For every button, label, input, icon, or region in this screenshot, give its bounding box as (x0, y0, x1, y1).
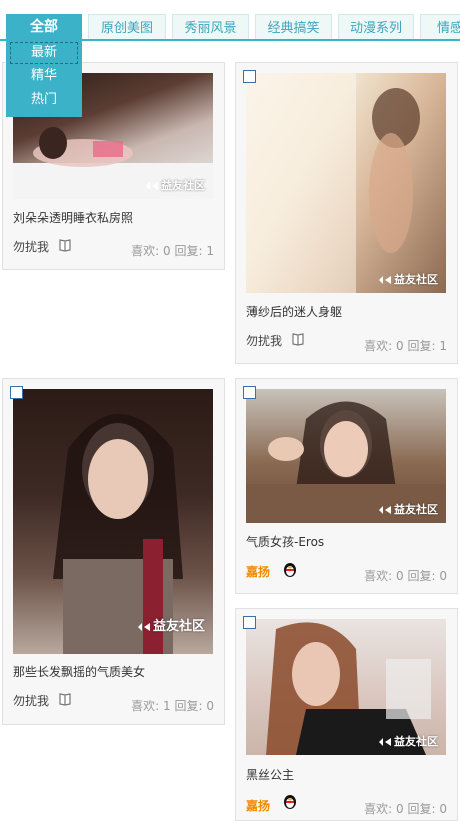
select-checkbox[interactable] (243, 386, 256, 399)
sort-option-hot[interactable]: 热门 (6, 88, 82, 112)
post-title[interactable]: 那些长发飘摇的气质美女 (13, 663, 145, 680)
select-checkbox[interactable] (243, 616, 256, 629)
post-stats: 喜欢: 0 回复: 1 (364, 339, 447, 353)
post-title[interactable]: 气质女孩-Eros (246, 533, 324, 550)
penguin-icon (284, 795, 296, 809)
sort-option-featured[interactable]: 精华 (6, 64, 82, 88)
post-thumbnail[interactable]: 益友社区 (246, 73, 446, 293)
post-author[interactable]: 勿扰我 (246, 332, 282, 349)
post-title[interactable]: 刘朵朵透明睡衣私房照 (13, 209, 133, 226)
penguin-icon (284, 563, 296, 577)
post-card[interactable]: 益友社区 气质女孩-Eros 嘉扬 喜欢: 0 回复: 0 (235, 378, 458, 594)
post-card[interactable]: 益友社区 黑丝公主 嘉扬 喜欢: 0 回复: 0 (235, 608, 458, 821)
post-thumbnail[interactable]: 益友社区 (246, 619, 446, 755)
select-checkbox[interactable] (10, 386, 23, 399)
book-icon (59, 239, 71, 252)
select-checkbox[interactable] (243, 70, 256, 83)
tab-anime[interactable]: 动漫系列 (338, 14, 414, 41)
post-stats: 喜欢: 0 回复: 0 (364, 802, 447, 816)
post-author[interactable]: 勿扰我 (13, 692, 49, 709)
watermark: 益友社区 (378, 271, 438, 287)
sort-option-latest[interactable]: 最新 (10, 42, 78, 64)
post-title[interactable]: 薄纱后的迷人身躯 (246, 303, 342, 320)
post-author[interactable]: 嘉扬 (246, 797, 270, 814)
book-icon (59, 693, 71, 706)
post-author[interactable]: 勿扰我 (13, 238, 49, 255)
post-stats: 喜欢: 0 回复: 1 (131, 244, 214, 258)
post-thumbnail[interactable]: 益友社区 (246, 389, 446, 523)
book-icon (292, 333, 304, 346)
post-card[interactable]: 益友社区 那些长发飘摇的气质美女 勿扰我 喜欢: 1 回复: 0 (2, 378, 225, 725)
post-stats: 喜欢: 1 回复: 0 (131, 699, 214, 713)
watermark: 益友社区 (137, 615, 205, 634)
tab-original-photos[interactable]: 原创美图 (88, 14, 166, 41)
tab-scenery[interactable]: 秀丽风景 (172, 14, 249, 41)
post-thumbnail[interactable]: 益友社区 (13, 389, 213, 654)
sort-dropdown: 全部 最新 精华 热门 (6, 14, 82, 117)
post-stats: 喜欢: 0 回复: 0 (364, 569, 447, 583)
watermark: 益友社区 (378, 501, 438, 517)
watermark: 益友社区 (378, 733, 438, 749)
post-card[interactable]: 益友社区 薄纱后的迷人身躯 勿扰我 喜欢: 0 回复: 1 (235, 62, 458, 364)
post-author[interactable]: 嘉扬 (246, 563, 270, 580)
tab-all[interactable]: 全部 (6, 14, 82, 40)
watermark: 益友社区 (145, 177, 205, 193)
tab-funny[interactable]: 经典搞笑 (255, 14, 332, 41)
post-title[interactable]: 黑丝公主 (246, 766, 294, 783)
tab-emotion[interactable]: 情感 (420, 14, 460, 41)
